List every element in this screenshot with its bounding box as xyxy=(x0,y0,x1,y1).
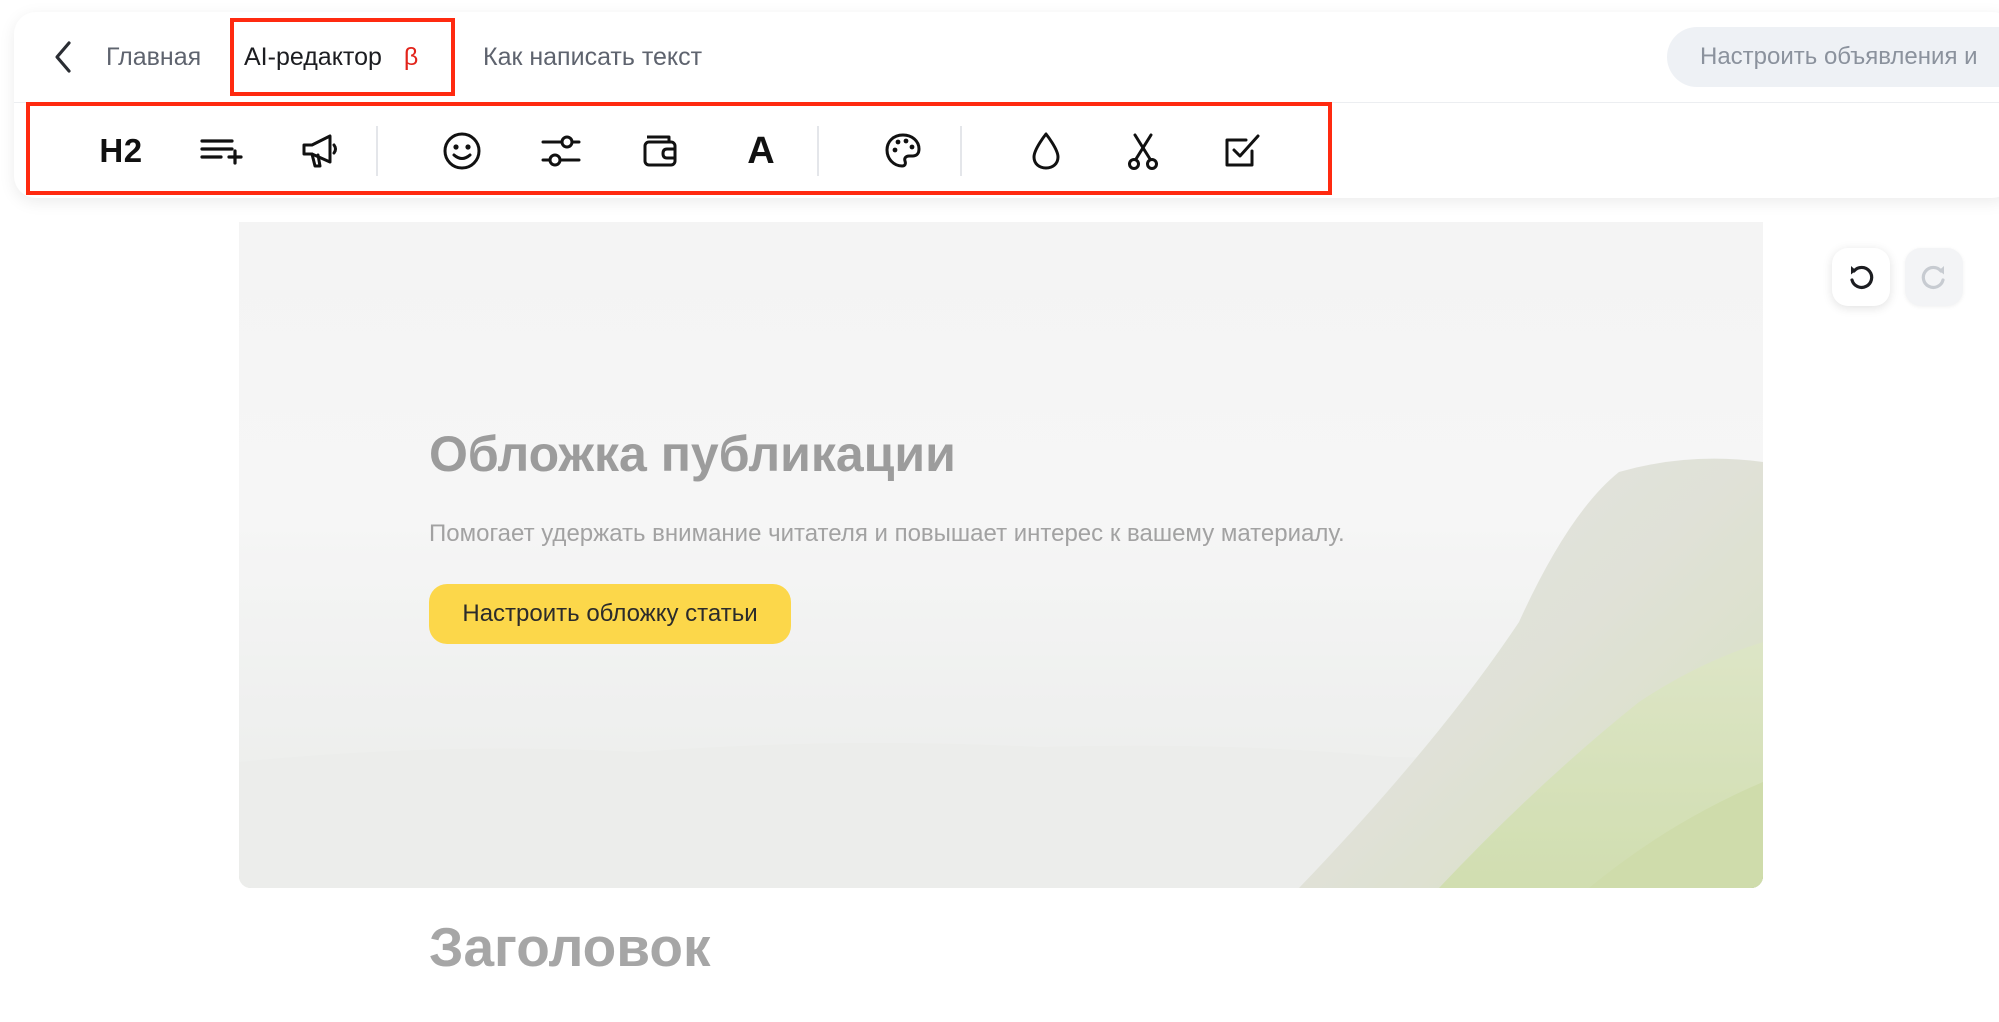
setup-cover-button[interactable]: Настроить обложку статьи xyxy=(429,584,791,644)
chevron-left-icon xyxy=(55,41,71,73)
undo-button[interactable] xyxy=(1832,248,1890,306)
redo-icon xyxy=(1921,265,1945,290)
heading-placeholder[interactable]: Заголовок xyxy=(429,915,710,979)
annotation-highlight-tab xyxy=(230,18,455,96)
annotation-highlight-toolbar xyxy=(26,102,1332,195)
cover-landscape-image xyxy=(239,222,1763,888)
back-button[interactable] xyxy=(46,40,80,74)
cover-block: Обложка публикации Помогает удержать вни… xyxy=(239,222,1763,888)
setup-ads-button[interactable]: Настроить объявления и xyxy=(1667,27,1999,87)
cover-subtitle: Помогает удержать внимание читателя и по… xyxy=(429,520,1345,547)
undo-icon xyxy=(1850,265,1874,290)
nav-guide-link[interactable]: Как написать текст xyxy=(483,42,702,72)
nav-home-link[interactable]: Главная xyxy=(106,42,201,72)
redo-button[interactable] xyxy=(1905,248,1963,306)
cover-title: Обложка публикации xyxy=(429,426,956,482)
